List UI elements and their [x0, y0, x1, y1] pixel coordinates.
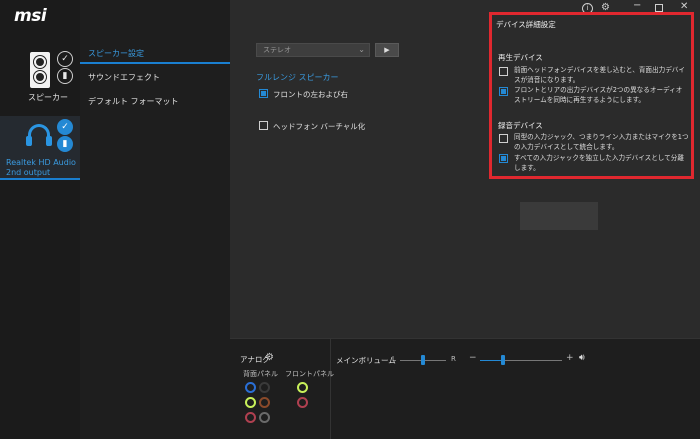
minimize-icon[interactable]: −	[633, 0, 641, 11]
balance-left-label: L	[392, 355, 396, 363]
front-panel-label: フロントパネル	[285, 370, 334, 378]
volume-slider-fill	[480, 360, 503, 361]
main-volume-label: メインボリューム	[336, 356, 396, 365]
settings-menu: スピーカー設定 サウンドエフェクト デフォルト フォーマット	[80, 0, 230, 439]
speaker-mic-icon[interactable]: ▮	[57, 68, 73, 84]
volume-plus-label: +	[566, 353, 574, 363]
device-dock-graphic	[520, 202, 598, 230]
close-icon[interactable]: ✕	[680, 1, 688, 12]
speaker-config-dropdown[interactable]: ステレオ ⌄	[256, 43, 370, 57]
audio-console-window: msi ✓ ▮ スピーカー ✓ ▮ Realtek HD Audio 2nd o…	[0, 0, 700, 439]
back-jack-6[interactable]	[259, 412, 270, 423]
speaker-check-icon[interactable]: ✓	[57, 51, 73, 67]
play-test-button[interactable]: ▶	[375, 43, 399, 57]
playback-devices-title: 再生デバイス	[498, 53, 543, 62]
speaker-volume-icon[interactable]: 🔊︎	[579, 353, 585, 363]
front-left-right-checkbox[interactable]	[259, 89, 268, 98]
record-option-1-checkbox[interactable]	[499, 134, 508, 143]
device-label-speaker: スピーカー	[28, 93, 68, 102]
back-line-out-jack[interactable]	[245, 397, 256, 408]
record-option-2-checkbox[interactable]	[499, 154, 508, 163]
device-label-realtek: Realtek HD Audio 2nd output	[6, 158, 76, 177]
record-option-1-text: 同型の入力ジャック、つまりライン入力またはマイクを1つの入力デバイスとして統合し…	[514, 133, 689, 151]
headphone-virtualization-checkbox[interactable]	[259, 121, 268, 130]
headphone-virtualization-label: ヘッドフォン バーチャル化	[273, 122, 366, 131]
volume-slider-thumb[interactable]	[500, 355, 505, 365]
playback-option-2-checkbox[interactable]	[499, 87, 508, 96]
headset-icon	[26, 124, 52, 146]
device-column: msi ✓ ▮ スピーカー ✓ ▮ Realtek HD Audio 2nd o…	[0, 0, 80, 439]
back-jack-4[interactable]	[259, 397, 270, 408]
front-mic-jack[interactable]	[297, 397, 308, 408]
balance-right-label: R	[451, 355, 456, 363]
analog-settings-gear-icon[interactable]: ⚙	[265, 352, 274, 363]
playback-option-1-checkbox[interactable]	[499, 67, 508, 76]
back-mic-jack[interactable]	[245, 412, 256, 423]
back-line-in-jack[interactable]	[245, 382, 256, 393]
volume-minus-label: −	[469, 353, 477, 363]
dropdown-value: ステレオ	[263, 46, 291, 54]
speaker-cone-top	[34, 56, 46, 68]
front-left-right-label: フロントの左および右	[273, 90, 348, 99]
realtek-check-icon[interactable]: ✓	[57, 119, 73, 135]
speaker-device-icon[interactable]	[30, 52, 50, 88]
maximize-icon[interactable]	[655, 4, 663, 12]
bottom-divider	[330, 338, 331, 439]
fullrange-speaker-label: フルレンジ スピーカー	[256, 73, 339, 82]
balance-slider-thumb[interactable]	[421, 355, 425, 365]
front-headphone-jack[interactable]	[297, 382, 308, 393]
menu-item-default-format[interactable]: デフォルト フォーマット	[88, 96, 179, 107]
record-option-2-text: すべての入力ジャックを独立した入力デバイスとして分離します。	[514, 154, 684, 172]
realtek-mic-icon[interactable]: ▮	[57, 136, 73, 152]
chevron-down-icon: ⌄	[358, 45, 365, 54]
msi-logo: msi	[14, 6, 47, 26]
recording-devices-title: 録音デバイス	[498, 121, 543, 130]
back-panel-label: 背面パネル	[243, 370, 278, 378]
menu-active-underline	[80, 62, 230, 64]
playback-option-2-text: フロントとリアの出力デバイスが2つの異なるオーディオ ストリームを同時に再生する…	[514, 86, 683, 104]
menu-item-sound-effects[interactable]: サウンドエフェクト	[88, 72, 160, 83]
menu-item-speaker-config[interactable]: スピーカー設定	[88, 48, 144, 59]
dock-notch	[536, 188, 582, 202]
back-jack-2[interactable]	[259, 382, 270, 393]
advanced-settings-title: デバイス詳細設定	[496, 20, 556, 29]
playback-option-1-text: 前面ヘッドフォンデバイスを差し込むと、背面出力デバイスが消音になります。	[514, 66, 685, 84]
speaker-cone-bottom	[34, 71, 46, 83]
